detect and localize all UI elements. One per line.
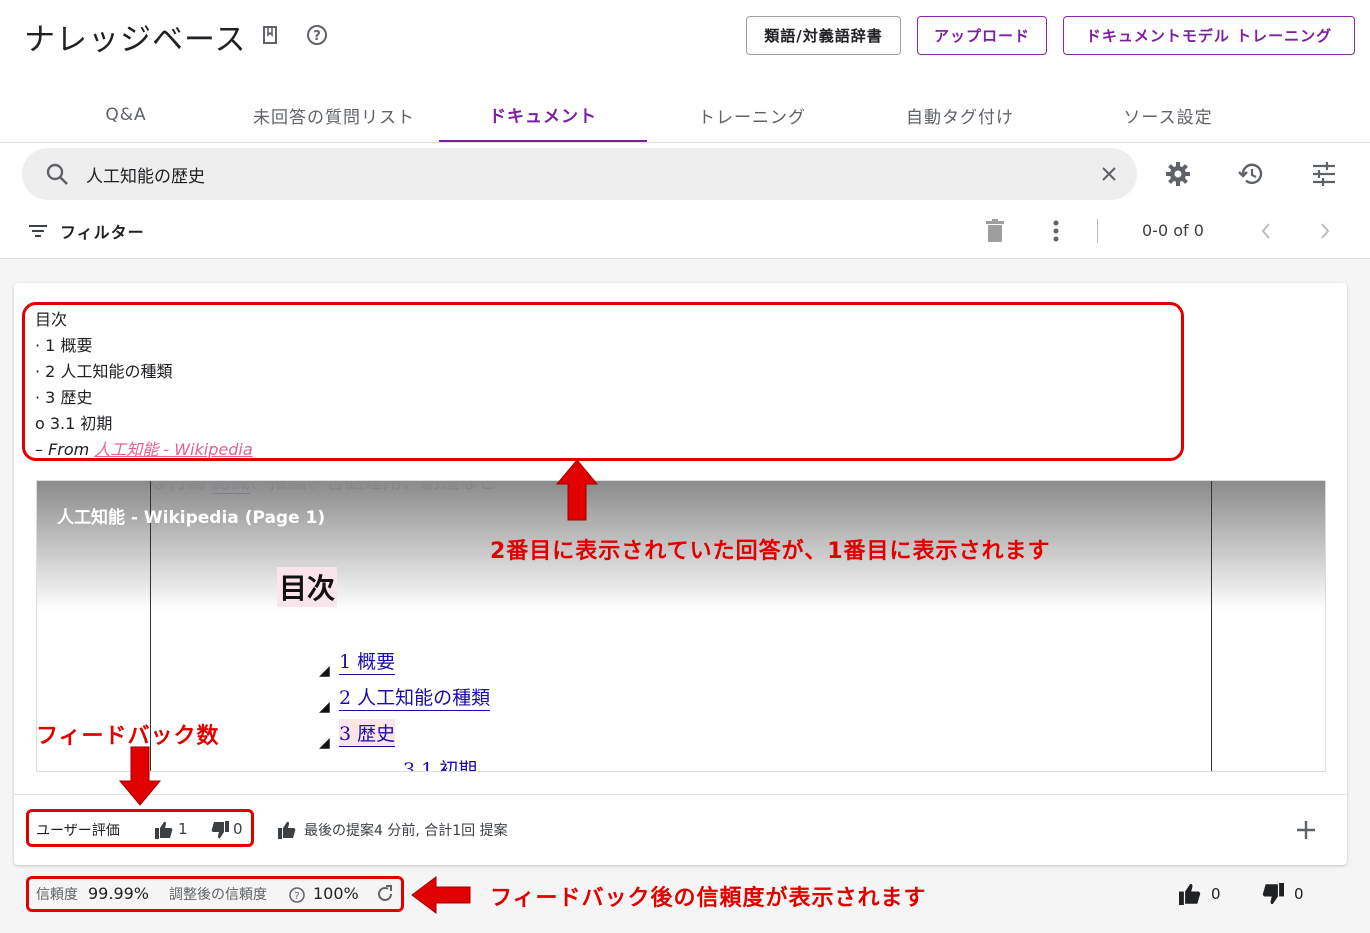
left-arrow-icon (410, 875, 472, 919)
preview-bullet-icon: ◢ (319, 663, 330, 679)
confidence-thumb-up-icon[interactable] (1178, 882, 1202, 906)
document-preview[interactable]: な行為 認識、推論、言語運用、創造など 人工知能 - Wikipedia (Pa… (36, 480, 1326, 772)
preview-toc-item[interactable]: 2 人工知能の種類 (339, 683, 491, 711)
confidence-up-count: 0 (1211, 885, 1221, 903)
feedback-highlight-box (26, 809, 254, 847)
settings-gear-icon[interactable] (1164, 160, 1192, 188)
filter-label[interactable]: フィルター (60, 219, 145, 243)
confidence-thumb-down-icon[interactable] (1261, 882, 1285, 906)
search-bar[interactable] (22, 148, 1137, 200)
card-divider (14, 794, 1347, 795)
more-vert-icon[interactable] (1046, 218, 1066, 244)
clear-search-icon[interactable] (1098, 163, 1120, 185)
preview-bullet-icon: ◢ (319, 699, 330, 715)
suggestion-status: 最後の提案4 分前, 合計1回 提案 (304, 823, 508, 839)
suggestion-thumb-up-icon[interactable] (276, 820, 298, 840)
tab-unanswered-questions[interactable]: 未回答の質問リスト (232, 88, 436, 142)
preview-toc-item[interactable]: 3.1 初期 (403, 755, 477, 771)
toolbar-separator (1097, 219, 1098, 243)
annotation-top-note: 2番目に表示されていた回答が、1番目に表示されます (490, 539, 1051, 564)
tab-documents[interactable]: ドキュメント (439, 88, 647, 142)
preview-toc-item[interactable]: 1 概要 (339, 647, 396, 675)
page-title: ナレッジベース (24, 22, 247, 58)
filter-icon[interactable] (28, 222, 48, 240)
help-icon[interactable]: ? (306, 24, 328, 46)
down-arrow-icon (118, 745, 162, 811)
history-icon[interactable] (1237, 160, 1265, 188)
document-model-training-button[interactable]: ドキュメントモデル トレーニング (1063, 16, 1355, 55)
tab-divider (0, 142, 1370, 143)
synonym-dictionary-button[interactable]: 類語/対義語辞書 (746, 16, 901, 55)
tab-source-settings[interactable]: ソース設定 (1066, 88, 1270, 142)
confidence-down-count: 0 (1294, 885, 1304, 903)
svg-text:?: ? (313, 29, 321, 44)
search-icon (44, 161, 70, 187)
bookmark-icon[interactable] (259, 24, 281, 46)
pagination-status: 0-0 of 0 (1142, 221, 1204, 240)
annotation-bottom-note: フィードバック後の信頼度が表示されます (490, 886, 927, 911)
add-icon[interactable] (1294, 818, 1318, 842)
preview-title: 人工知能 - Wikipedia (Page 1) (57, 508, 326, 528)
preview-border-line (1211, 481, 1212, 771)
chevron-left-icon[interactable] (1256, 220, 1276, 242)
up-arrow-icon (555, 458, 599, 526)
tab-training[interactable]: トレーニング (650, 88, 854, 142)
tune-icon[interactable] (1310, 160, 1338, 188)
preview-toc-heading: 目次 (277, 567, 338, 607)
delete-icon[interactable] (984, 218, 1006, 244)
tab-auto-tagging[interactable]: 自動タグ付け (858, 88, 1062, 142)
preview-bullet-icon: ◢ (319, 735, 330, 751)
answer-highlight-box (22, 302, 1184, 461)
chevron-right-icon[interactable] (1315, 220, 1335, 242)
search-input[interactable] (86, 161, 1066, 187)
preview-toc-item[interactable]: 3 歴史 (339, 719, 396, 747)
confidence-highlight-box (26, 876, 404, 912)
upload-button[interactable]: アップロード (917, 16, 1047, 55)
tab-qa[interactable]: Q&A (24, 88, 228, 142)
